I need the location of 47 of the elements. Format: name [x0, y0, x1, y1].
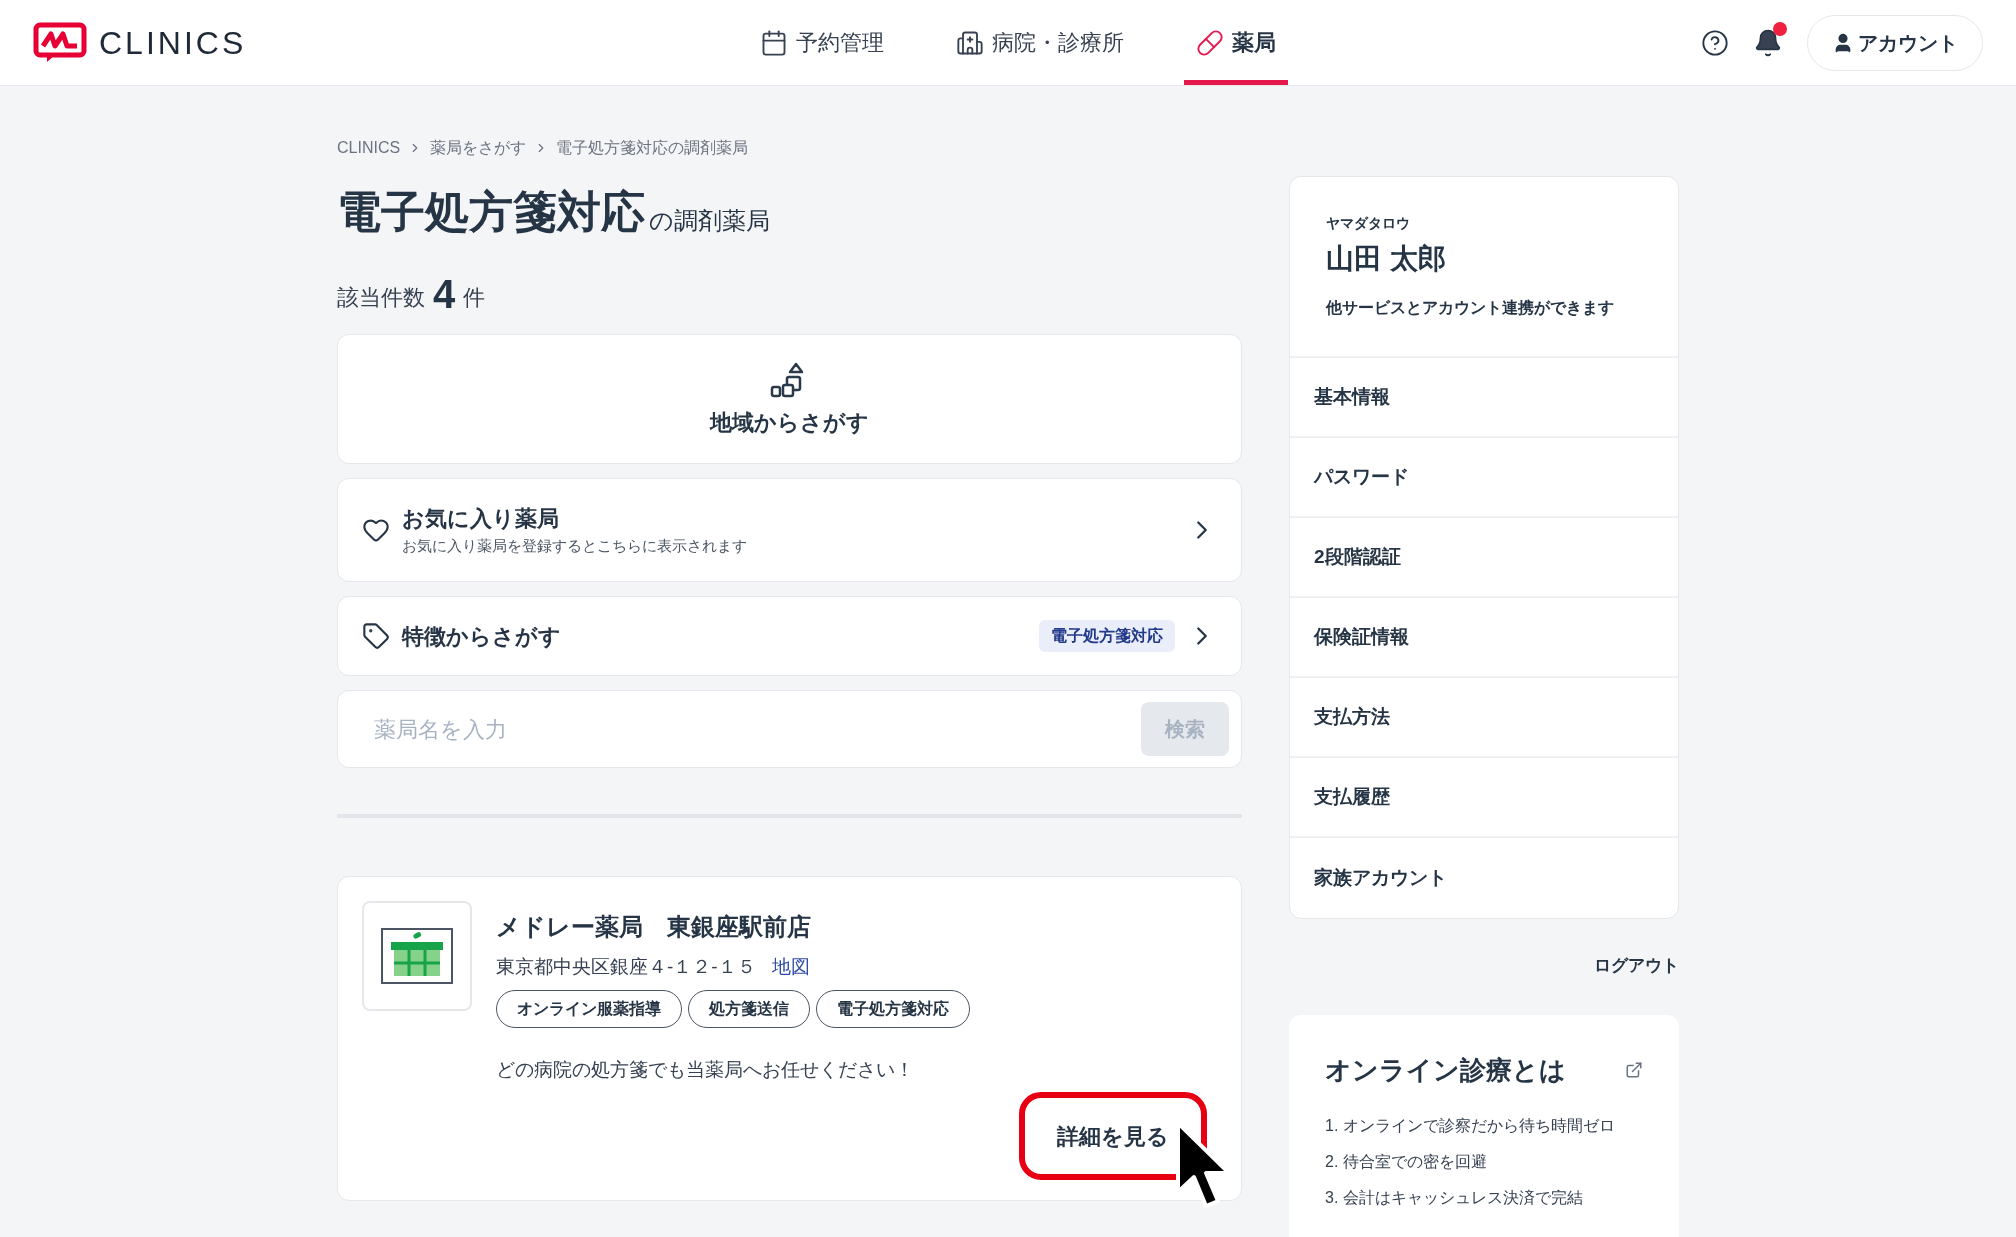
- favorites-subtitle: お気に入り薬局を登録するとこちらに表示されます: [402, 536, 748, 557]
- link-note: 他サービスとアカウント連携ができます: [1326, 298, 1615, 318]
- info-list-item: 1. オンラインで診察だから待ち時間ゼロ: [1325, 1115, 1616, 1136]
- breadcrumb-link[interactable]: CLINICS: [337, 136, 401, 160]
- features-title: 特徴からさがす: [402, 622, 562, 651]
- profile-menu-item[interactable]: 支払方法: [1290, 678, 1678, 758]
- count-number: 4: [433, 274, 456, 314]
- tag-icon: [362, 622, 390, 650]
- favorites-card[interactable]: お気に入り薬局 お気に入り薬局を登録するとこちらに表示されます: [337, 478, 1242, 582]
- notification-bell-icon[interactable]: [1753, 27, 1783, 58]
- favorites-title: お気に入り薬局: [402, 505, 560, 534]
- pharmacy-name[interactable]: メドレー薬局 東銀座駅前店: [496, 909, 970, 945]
- area-search-card[interactable]: 地域からさがす: [337, 334, 1242, 464]
- breadcrumb-link[interactable]: 薬局をさがす: [430, 136, 527, 160]
- count-label: 該当件数: [337, 284, 425, 312]
- profile-menu-item[interactable]: パスワード: [1290, 438, 1678, 518]
- info-title: オンライン診療とは: [1325, 1053, 1566, 1087]
- filter-badge: 電子処方箋対応: [1039, 620, 1175, 652]
- breadcrumb-link[interactable]: 電子処方箋対応の調剤薬局: [556, 136, 749, 160]
- map-link[interactable]: 地図: [771, 953, 810, 982]
- logout-link[interactable]: ログアウト: [1594, 953, 1679, 979]
- user-name: 山田 太郎: [1326, 242, 1447, 276]
- logo-text[interactable]: CLINICS: [99, 18, 247, 67]
- profile-menu-item[interactable]: 支払履歴: [1290, 758, 1678, 838]
- calendar-icon: [760, 28, 788, 57]
- pharmacy-address: 東京都中央区銀座４-１２-１５: [496, 955, 756, 979]
- page-title-suffix: の調剤薬局: [649, 209, 770, 234]
- features-card[interactable]: 特徴からさがす 電子処方箋対応: [337, 596, 1242, 676]
- profile-menu-item[interactable]: 基本情報: [1290, 358, 1678, 438]
- pill-icon: [1196, 28, 1224, 57]
- profile-menu-item[interactable]: 2段階認証: [1290, 518, 1678, 598]
- external-link-icon[interactable]: [1625, 1061, 1643, 1079]
- profile-menu-item[interactable]: 保険証情報: [1290, 598, 1678, 678]
- name-kana: ヤマダタロウ: [1326, 214, 1411, 233]
- pharmacy-description: どの病院の処方箋でも当薬局へお任せください！: [496, 1057, 915, 1082]
- info-list-item: 2. 待合室での密を回避: [1325, 1151, 1488, 1172]
- nav-tab[interactable]: 予約管理: [748, 0, 896, 85]
- info-list-item: 3. 会計はキャッシュレス決済で完結: [1325, 1187, 1584, 1208]
- nav-tab[interactable]: 病院・診療所: [944, 0, 1136, 85]
- count-unit: 件: [463, 284, 486, 312]
- logo-icon: [33, 21, 87, 64]
- help-icon[interactable]: [1701, 28, 1729, 57]
- nav-tab[interactable]: 薬局: [1184, 0, 1288, 85]
- page-title: 電子処方箋対応: [337, 190, 645, 234]
- pharmacy-building-icon: [381, 928, 453, 984]
- profile-menu-item[interactable]: 家族アカウント: [1290, 838, 1678, 918]
- details-button[interactable]: 詳細を見る: [1019, 1092, 1207, 1180]
